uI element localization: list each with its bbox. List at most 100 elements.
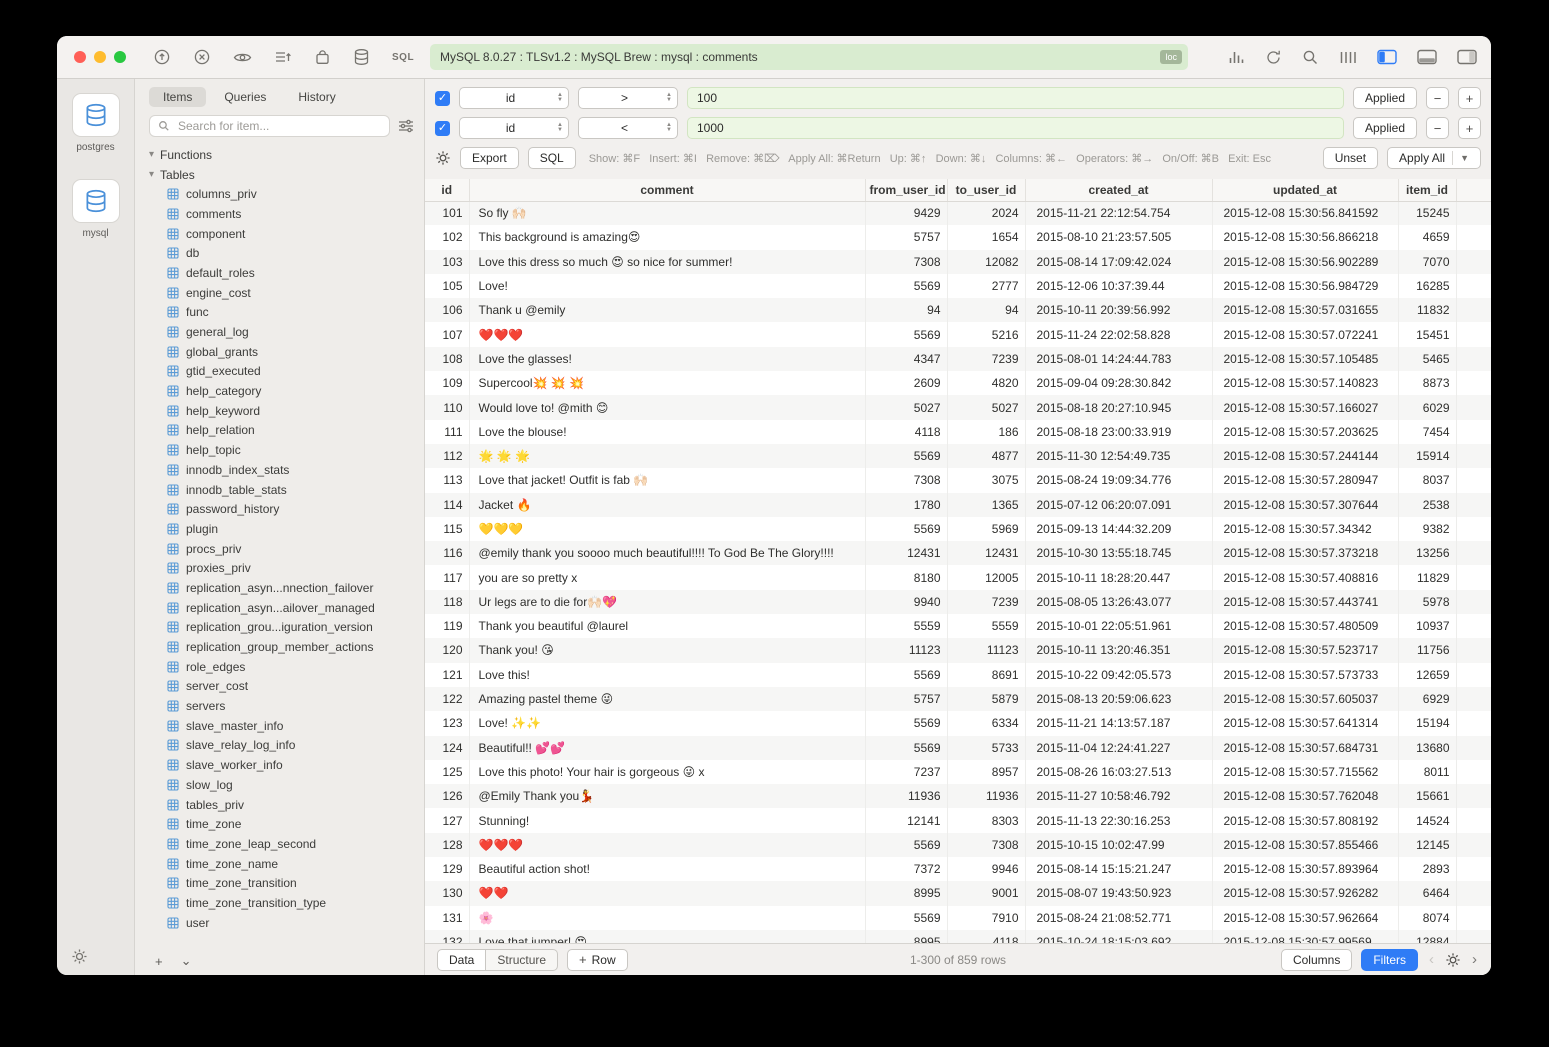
cell-updated-at[interactable]: 2015-12-08 15:30:57.166027 (1212, 395, 1398, 419)
cell-to-user-id[interactable]: 94 (947, 298, 1025, 322)
cell-comment[interactable]: Supercool💥 💥 💥 (469, 371, 865, 395)
cell-created-at[interactable]: 2015-08-10 21:23:57.505 (1025, 225, 1212, 249)
cell-comment[interactable]: 🌸 (469, 906, 865, 930)
cell-id[interactable]: 125 (425, 760, 469, 784)
sidebar-table-item[interactable]: gtid_executed (135, 362, 424, 382)
cell-comment[interactable]: @emily thank you soooo much beautiful!!!… (469, 541, 865, 565)
cell-updated-at[interactable]: 2015-12-08 15:30:56.902289 (1212, 250, 1398, 274)
cell-to-user-id[interactable]: 5969 (947, 517, 1025, 541)
cell-item-id[interactable]: 11756 (1398, 638, 1456, 662)
columns-button[interactable]: Columns (1281, 949, 1352, 971)
cell-item-id[interactable]: 15194 (1398, 711, 1456, 735)
sidebar-table-item[interactable]: password_history (135, 499, 424, 519)
cell-updated-at[interactable]: 2015-12-08 15:30:57.855466 (1212, 833, 1398, 857)
filter-applied-button[interactable]: Applied (1353, 117, 1417, 139)
toggle-left-panel-icon[interactable] (1377, 49, 1397, 65)
sidebar-table-item[interactable]: comments (135, 204, 424, 224)
sidebar-table-item[interactable]: procs_priv (135, 539, 424, 559)
cell-is[interactable] (1456, 784, 1491, 808)
cell-from-user-id[interactable]: 9940 (865, 590, 947, 614)
cell-created-at[interactable]: 2015-10-11 20:39:56.992 (1025, 298, 1212, 322)
cell-from-user-id[interactable]: 8180 (865, 565, 947, 589)
cell-is[interactable] (1456, 395, 1491, 419)
sidebar-table-item[interactable]: func (135, 303, 424, 323)
cell-is[interactable] (1456, 930, 1491, 943)
cell-comment[interactable]: Love this photo! Your hair is gorgeous 😜… (469, 760, 865, 784)
cell-to-user-id[interactable]: 7239 (947, 347, 1025, 371)
cell-updated-at[interactable]: 2015-12-08 15:30:57.408816 (1212, 565, 1398, 589)
cell-updated-at[interactable]: 2015-12-08 15:30:57.280947 (1212, 468, 1398, 492)
cell-is[interactable] (1456, 711, 1491, 735)
filter-applied-button[interactable]: Applied (1353, 87, 1417, 109)
remove-filter-button[interactable]: − (1426, 117, 1449, 139)
tab-history[interactable]: History (284, 87, 349, 107)
table-row[interactable]: 106 Thank u @emily 94 94 2015-10-11 20:3… (425, 298, 1491, 322)
cell-created-at[interactable]: 2015-11-21 22:12:54.754 (1025, 201, 1212, 225)
group-tables[interactable]: ▾ Tables (135, 165, 424, 185)
settings-gear-icon[interactable] (71, 948, 88, 965)
cell-to-user-id[interactable]: 9001 (947, 881, 1025, 905)
cell-to-user-id[interactable]: 12431 (947, 541, 1025, 565)
cell-item-id[interactable]: 5465 (1398, 347, 1456, 371)
cell-created-at[interactable]: 2015-12-06 10:37:39.44 (1025, 274, 1212, 298)
column-header-comment[interactable]: comment (469, 179, 865, 201)
sidebar-table-item[interactable]: engine_cost (135, 283, 424, 303)
cell-item-id[interactable]: 14524 (1398, 808, 1456, 832)
cell-id[interactable]: 129 (425, 857, 469, 881)
refresh-icon[interactable] (1265, 49, 1282, 66)
column-header-id[interactable]: id (425, 179, 469, 201)
cell-comment[interactable]: ❤️❤️ (469, 881, 865, 905)
cell-from-user-id[interactable]: 5569 (865, 444, 947, 468)
cell-from-user-id[interactable]: 5569 (865, 663, 947, 687)
sidebar-table-item[interactable]: columns_priv (135, 184, 424, 204)
cell-id[interactable]: 101 (425, 201, 469, 225)
cell-id[interactable]: 117 (425, 565, 469, 589)
cell-created-at[interactable]: 2015-08-14 17:09:42.024 (1025, 250, 1212, 274)
column-header-item-id[interactable]: item_id (1398, 179, 1456, 201)
cell-item-id[interactable]: 12659 (1398, 663, 1456, 687)
sidebar-table-item[interactable]: replication_asyn...ailover_managed (135, 598, 424, 618)
cell-is[interactable] (1456, 736, 1491, 760)
sidebar-table-item[interactable]: user (135, 913, 424, 933)
cell-from-user-id[interactable]: 4347 (865, 347, 947, 371)
sidebar-table-item[interactable]: time_zone_transition (135, 873, 424, 893)
cell-created-at[interactable]: 2015-08-14 15:15:21.247 (1025, 857, 1212, 881)
cell-from-user-id[interactable]: 11123 (865, 638, 947, 662)
sidebar-search[interactable] (149, 115, 390, 137)
bag-icon[interactable] (314, 49, 331, 66)
cell-item-id[interactable]: 7070 (1398, 250, 1456, 274)
cell-created-at[interactable]: 2015-08-18 23:00:33.919 (1025, 420, 1212, 444)
cell-updated-at[interactable]: 2015-12-08 15:30:57.140823 (1212, 371, 1398, 395)
connection-mysql[interactable]: mysql (72, 179, 120, 239)
filter-sliders-icon[interactable] (398, 119, 414, 133)
cell-to-user-id[interactable]: 12005 (947, 565, 1025, 589)
filter-field-select[interactable]: id ▲▼ (459, 117, 569, 139)
cell-item-id[interactable]: 16285 (1398, 274, 1456, 298)
cell-is[interactable] (1456, 541, 1491, 565)
cell-to-user-id[interactable]: 5027 (947, 395, 1025, 419)
cell-comment[interactable]: 💛💛💛 (469, 517, 865, 541)
cell-to-user-id[interactable]: 8303 (947, 808, 1025, 832)
table-row[interactable]: 101 So fly 🙌🏻 9429 2024 2015-11-21 22:12… (425, 201, 1491, 225)
cell-updated-at[interactable]: 2015-12-08 15:30:57.031655 (1212, 298, 1398, 322)
cell-to-user-id[interactable]: 7239 (947, 590, 1025, 614)
cell-id[interactable]: 124 (425, 736, 469, 760)
sidebar-table-item[interactable]: innodb_table_stats (135, 480, 424, 500)
table-row[interactable]: 102 This background is amazing😍 5757 165… (425, 225, 1491, 249)
cell-created-at[interactable]: 2015-11-13 22:30:16.253 (1025, 808, 1212, 832)
column-header-is[interactable]: is_ (1456, 179, 1491, 201)
cell-item-id[interactable]: 8873 (1398, 371, 1456, 395)
cell-updated-at[interactable]: 2015-12-08 15:30:57.762048 (1212, 784, 1398, 808)
cell-id[interactable]: 116 (425, 541, 469, 565)
cell-from-user-id[interactable]: 7372 (865, 857, 947, 881)
cell-from-user-id[interactable]: 5559 (865, 614, 947, 638)
sidebar-table-item[interactable]: time_zone_leap_second (135, 834, 424, 854)
cell-comment[interactable]: you are so pretty x (469, 565, 865, 589)
cell-updated-at[interactable]: 2015-12-08 15:30:57.523717 (1212, 638, 1398, 662)
table-row[interactable]: 103 Love this dress so much 😍 so nice fo… (425, 250, 1491, 274)
table-row[interactable]: 116 @emily thank you soooo much beautifu… (425, 541, 1491, 565)
cell-to-user-id[interactable]: 6334 (947, 711, 1025, 735)
table-row[interactable]: 128 ❤️❤️❤️ 5569 7308 2015-10-15 10:02:47… (425, 833, 1491, 857)
cell-to-user-id[interactable]: 4820 (947, 371, 1025, 395)
cell-is[interactable] (1456, 225, 1491, 249)
